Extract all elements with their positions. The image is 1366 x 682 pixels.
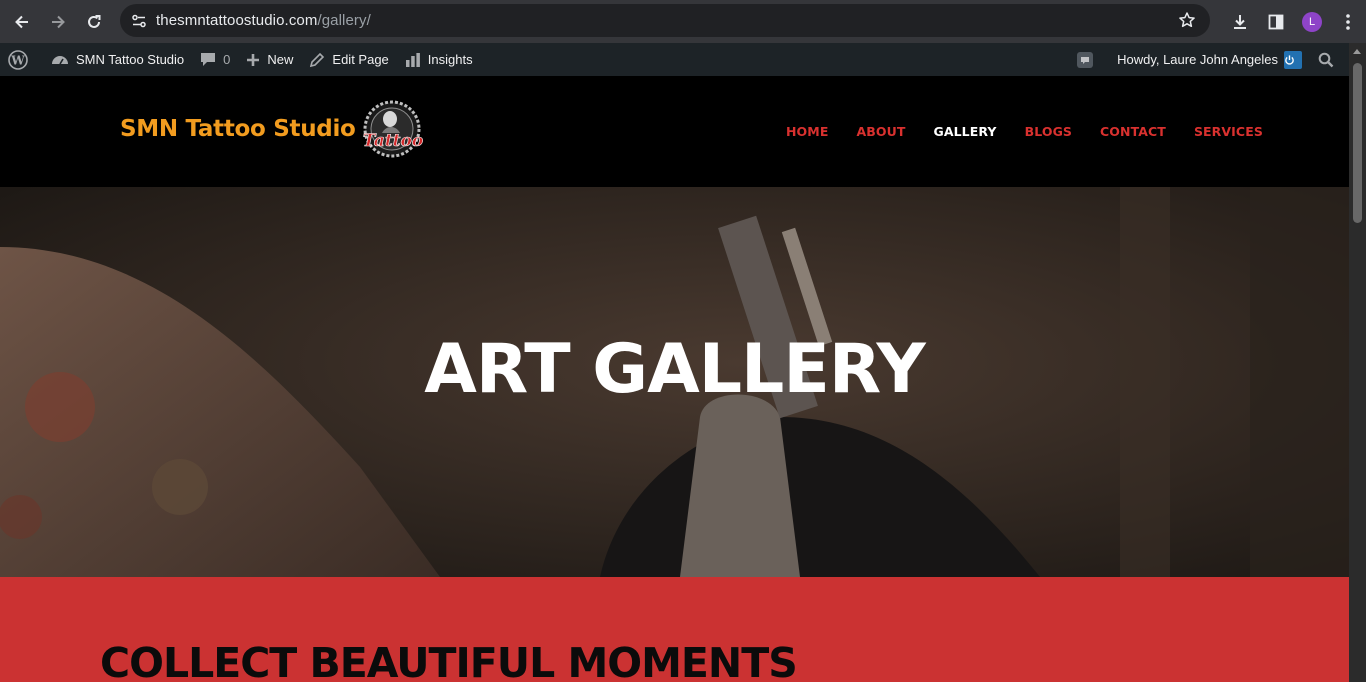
wp-admin-bar: W SMN Tattoo Studio 0 New Edit Page Insi… bbox=[0, 43, 1349, 76]
hero-banner: ART GALLERY bbox=[0, 187, 1349, 577]
power-icon bbox=[1284, 50, 1302, 69]
reload-button[interactable] bbox=[76, 4, 112, 40]
pencil-icon bbox=[310, 52, 325, 67]
bookmark-star-icon[interactable] bbox=[1178, 11, 1196, 34]
download-icon[interactable] bbox=[1222, 13, 1258, 31]
admin-account-menu[interactable]: Howdy, Laure John Angeles bbox=[1109, 43, 1306, 76]
comment-icon bbox=[201, 53, 216, 66]
admin-notification-icon[interactable] bbox=[1068, 43, 1109, 76]
url-path: /gallery/ bbox=[317, 12, 371, 29]
admin-howdy: Howdy, Laure John Angeles bbox=[1117, 52, 1278, 67]
bar-chart-icon bbox=[405, 52, 420, 67]
menu-home[interactable]: HOME bbox=[786, 124, 828, 139]
site-header: SMN Tattoo Studio Tattoo HOME ABOUT GALL… bbox=[0, 76, 1349, 187]
svg-text:Tattoo: Tattoo bbox=[363, 131, 423, 151]
url-host: thesmntattoostudio.com bbox=[156, 12, 318, 29]
menu-contact[interactable]: CONTACT bbox=[1100, 124, 1166, 139]
browser-menu-icon[interactable] bbox=[1330, 13, 1366, 30]
hero-title: ART GALLERY bbox=[424, 330, 925, 409]
menu-about[interactable]: ABOUT bbox=[856, 124, 905, 139]
section-title: COLLECT BEAUTIFUL MOMENTS bbox=[100, 639, 798, 682]
admin-site-name: SMN Tattoo Studio bbox=[76, 52, 185, 67]
forward-button[interactable] bbox=[40, 4, 76, 40]
arrow-right-icon bbox=[52, 15, 65, 28]
collect-moments-section: COLLECT BEAUTIFUL MOMENTS bbox=[0, 577, 1349, 682]
site-settings-icon[interactable] bbox=[122, 13, 156, 29]
browser-toolbar: thesmntattoostudio.com/gallery/ L bbox=[0, 0, 1366, 43]
scrollbar-thumb[interactable] bbox=[1353, 63, 1362, 223]
menu-blogs[interactable]: BLOGS bbox=[1025, 124, 1072, 139]
url-text: thesmntattoostudio.com/gallery/ bbox=[156, 12, 371, 29]
admin-new-link[interactable]: New bbox=[238, 43, 301, 76]
address-bar[interactable]: thesmntattoostudio.com/gallery/ bbox=[120, 4, 1210, 37]
scroll-up-arrow[interactable] bbox=[1353, 49, 1361, 54]
admin-new-label: New bbox=[267, 52, 294, 67]
arrow-left-icon bbox=[15, 15, 28, 28]
admin-site-link[interactable]: SMN Tattoo Studio bbox=[43, 43, 192, 76]
site-brand[interactable]: SMN Tattoo Studio bbox=[120, 116, 356, 142]
page-scrollbar[interactable] bbox=[1349, 43, 1366, 682]
admin-edit-label: Edit Page bbox=[332, 52, 389, 67]
admin-search-icon[interactable] bbox=[1306, 43, 1349, 76]
svg-text:W: W bbox=[10, 53, 25, 67]
admin-insights-label: Insights bbox=[427, 52, 473, 67]
wordpress-logo-icon[interactable]: W bbox=[0, 43, 43, 76]
main-menu: HOME ABOUT GALLERY BLOGS CONTACT SERVICE… bbox=[786, 124, 1291, 139]
admin-insights-link[interactable]: Insights bbox=[397, 43, 481, 76]
dashboard-icon bbox=[52, 55, 68, 64]
plus-icon bbox=[247, 53, 260, 66]
menu-services[interactable]: SERVICES bbox=[1194, 124, 1263, 139]
studio-logo[interactable]: Tattoo bbox=[360, 99, 424, 161]
profile-avatar[interactable]: L bbox=[1294, 11, 1330, 32]
back-button[interactable] bbox=[4, 4, 40, 40]
reload-icon bbox=[88, 14, 101, 28]
comments-count: 0 bbox=[223, 52, 231, 67]
admin-edit-page-link[interactable]: Edit Page bbox=[301, 43, 396, 76]
admin-comments-link[interactable]: 0 bbox=[192, 43, 238, 76]
side-panel-icon[interactable] bbox=[1258, 14, 1294, 30]
menu-gallery[interactable]: GALLERY bbox=[933, 124, 996, 139]
